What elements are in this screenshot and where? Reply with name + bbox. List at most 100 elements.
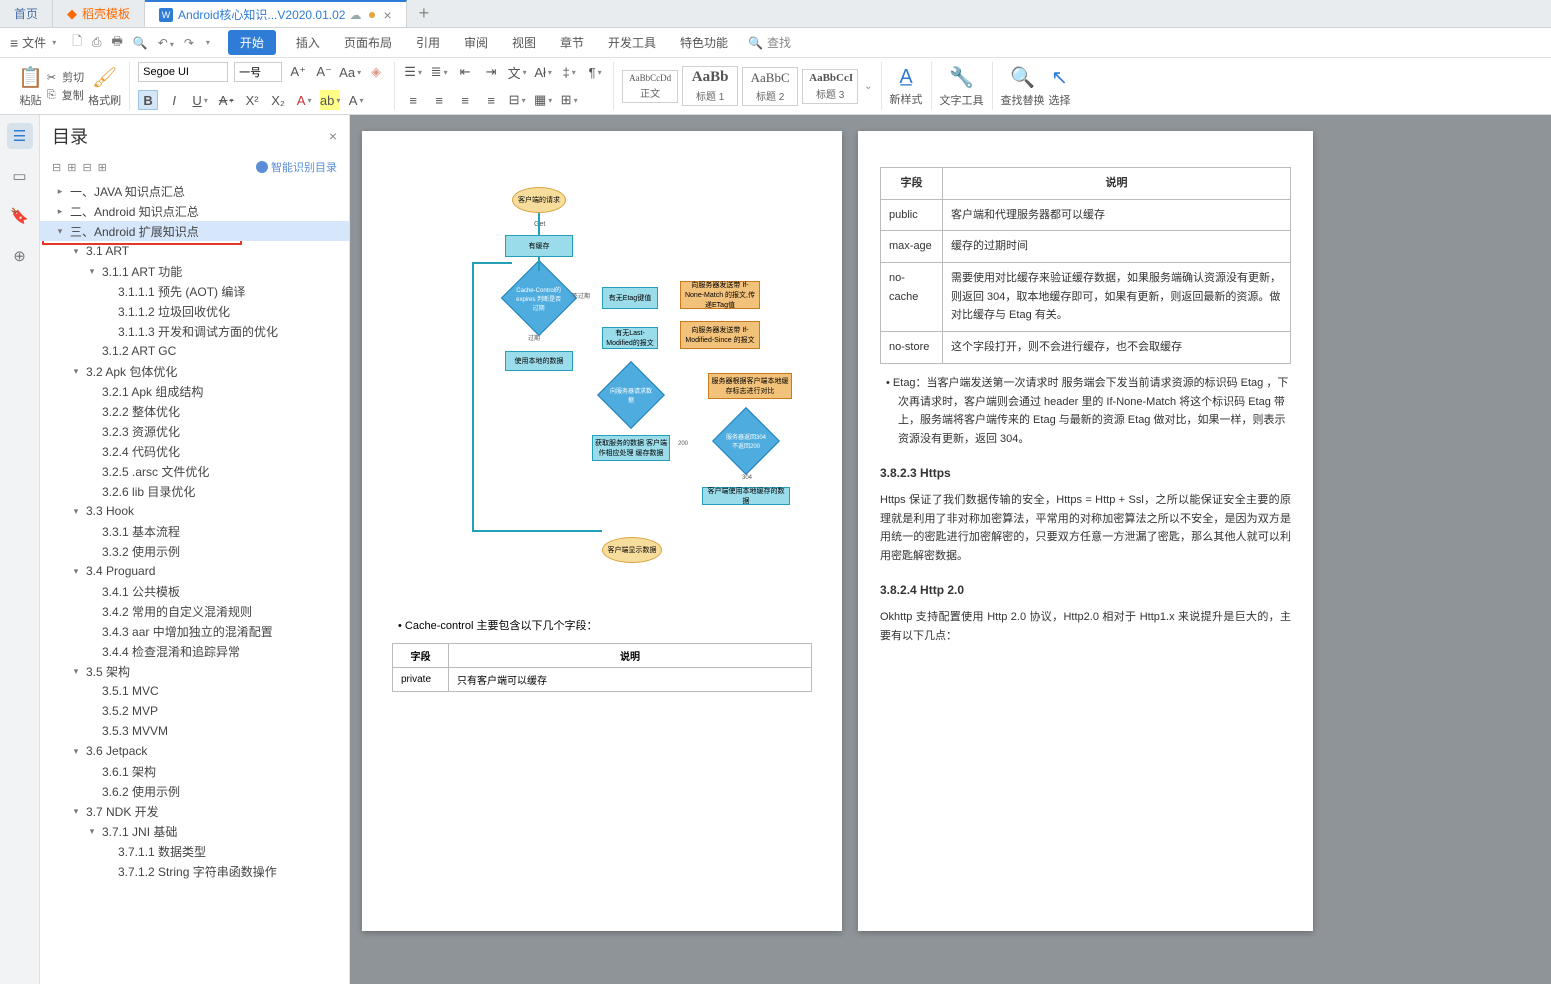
hamburger-icon[interactable]: ≡ — [10, 35, 18, 51]
style-h1[interactable]: AaBb标题 1 — [682, 66, 738, 106]
menu-section[interactable]: 章节 — [556, 30, 588, 55]
align-right[interactable]: ≡ — [455, 90, 475, 110]
document-canvas[interactable]: 客户端的请求 Get 有缓存 Cache-Control的expires 判断是… — [350, 115, 1551, 984]
menu-page-layout[interactable]: 页面布局 — [340, 30, 396, 55]
menu-reference[interactable]: 引用 — [412, 30, 444, 55]
copy-button[interactable]: ⎘复制 — [47, 87, 84, 103]
decrease-font[interactable]: A⁻ — [314, 62, 334, 82]
showmarks-button[interactable]: ¶▾ — [585, 62, 605, 82]
tree-item[interactable]: •3.2.5 .arsc 文件优化 — [40, 461, 349, 481]
tree-item[interactable]: ▾3.2 Apk 包体优化 — [40, 361, 349, 381]
undo-icon[interactable]: ↶▾ — [158, 36, 174, 50]
tree-item[interactable]: •3.1.1.2 垃圾回收优化 — [40, 301, 349, 321]
align-center[interactable]: ≡ — [429, 90, 449, 110]
superscript-button[interactable]: X² — [242, 90, 262, 110]
tree-item[interactable]: ▾3.6 Jetpack — [40, 741, 349, 761]
tree-item[interactable]: •3.5.3 MVVM — [40, 721, 349, 741]
distributed[interactable]: ⊟▾ — [507, 90, 527, 110]
new-icon[interactable]: 🗋 — [72, 32, 82, 53]
tab-home[interactable]: 首页 — [0, 0, 53, 27]
tree-item[interactable]: •3.3.2 使用示例 — [40, 541, 349, 561]
tree-item[interactable]: ▾三、Android 扩展知识点 — [40, 221, 349, 241]
level-down-icon[interactable]: ⊞ — [98, 161, 107, 174]
menu-feature[interactable]: 特色功能 — [676, 30, 732, 55]
text-direction[interactable]: 文▾ — [507, 62, 527, 82]
tree-item[interactable]: •3.2.1 Apk 组成结构 — [40, 381, 349, 401]
tab-template[interactable]: ◆稻壳模板 — [53, 0, 145, 27]
tree-item[interactable]: •3.2.4 代码优化 — [40, 441, 349, 461]
tree-item[interactable]: •3.1.1.3 开发和调试方面的优化 — [40, 321, 349, 341]
tree-item[interactable]: •3.6.1 架构 — [40, 761, 349, 781]
open-icon[interactable]: ⎙ — [92, 35, 102, 50]
menu-view[interactable]: 视图 — [508, 30, 540, 55]
menu-search[interactable]: 🔍 查找 — [748, 34, 791, 51]
bold-button[interactable]: B — [138, 90, 158, 110]
borders-button[interactable]: ⊞▾ — [559, 90, 579, 110]
underline-button[interactable]: U▾ — [190, 90, 210, 110]
style-h3[interactable]: AaBbCcI标题 3 — [802, 69, 858, 104]
font-color-button[interactable]: A▾ — [294, 90, 314, 110]
tree-item[interactable]: ▾3.7 NDK 开发 — [40, 801, 349, 821]
cut-button[interactable]: ✂剪切 — [47, 69, 84, 85]
tree-item[interactable]: •3.1.1.1 预先 (AOT) 编译 — [40, 281, 349, 301]
styles-more[interactable]: ⌄ — [864, 81, 872, 92]
tree-item[interactable]: ▾3.1.1 ART 功能 — [40, 261, 349, 281]
outline-rail-icon[interactable]: ☰ — [7, 123, 33, 149]
tree-item[interactable]: •3.4.3 aar 中增加独立的混淆配置 — [40, 621, 349, 641]
tree-item[interactable]: ▾3.4 Proguard — [40, 561, 349, 581]
shading-button[interactable]: ▦▾ — [533, 90, 553, 110]
bullets-button[interactable]: ☰▾ — [403, 62, 423, 82]
preview-icon[interactable]: 🔍 — [133, 36, 148, 50]
increase-font[interactable]: A⁺ — [288, 62, 308, 82]
tree-item[interactable]: •3.1.2 ART GC — [40, 341, 349, 361]
print-icon[interactable]: 🖶 — [111, 32, 122, 53]
tree-item[interactable]: •3.6.2 使用示例 — [40, 781, 349, 801]
tree-item[interactable]: •3.5.2 MVP — [40, 701, 349, 721]
tree-item[interactable]: •3.2.6 lib 目录优化 — [40, 481, 349, 501]
increase-indent[interactable]: ⇥ — [481, 62, 501, 82]
tree-item[interactable]: •3.4.4 检查混淆和追踪异常 — [40, 641, 349, 661]
text-tool-button[interactable]: 🔧文字工具 — [940, 65, 984, 108]
paste-button[interactable]: 📋 粘贴 — [18, 65, 43, 108]
sort-button[interactable]: Ał▾ — [533, 62, 553, 82]
tree-item[interactable]: •3.3.1 基本流程 — [40, 521, 349, 541]
highlight-button[interactable]: ab▾ — [320, 90, 340, 110]
decrease-indent[interactable]: ⇤ — [455, 62, 475, 82]
tree-item[interactable]: •3.5.1 MVC — [40, 681, 349, 701]
align-justify[interactable]: ≡ — [481, 90, 501, 110]
font-name-select[interactable] — [138, 62, 228, 82]
expand-all-icon[interactable]: ⊞ — [67, 161, 76, 174]
select-button[interactable]: ↖选择 — [1049, 65, 1071, 108]
change-case[interactable]: Aa▾ — [340, 62, 360, 82]
tree-item[interactable]: ▸一、JAVA 知识点汇总 — [40, 181, 349, 201]
tree-item[interactable]: •3.4.1 公共模板 — [40, 581, 349, 601]
font-size-select[interactable] — [234, 62, 282, 82]
file-menu[interactable]: 文件 — [22, 34, 46, 51]
find-replace-button[interactable]: 🔍查找替换 — [1001, 65, 1045, 108]
tree-item[interactable]: ▾3.5 架构 — [40, 661, 349, 681]
new-style-button[interactable]: A̲新样式 — [890, 66, 923, 107]
tree-item[interactable]: •3.2.3 资源优化 — [40, 421, 349, 441]
outline-close-icon[interactable]: × — [329, 128, 337, 144]
menu-start[interactable]: 开始 — [228, 30, 276, 55]
tab-add-button[interactable]: + — [407, 3, 442, 24]
font-effect-button[interactable]: A▾ — [346, 90, 366, 110]
redo-icon[interactable]: ↷ — [184, 36, 194, 50]
tree-item[interactable]: ▸二、Android 知识点汇总 — [40, 201, 349, 221]
style-h2[interactable]: AaBbC标题 2 — [742, 67, 798, 106]
collapse-all-icon[interactable]: ⊟ — [52, 161, 61, 174]
bookmark-rail-icon[interactable]: 🔖 — [7, 203, 33, 229]
subscript-button[interactable]: X₂ — [268, 90, 288, 110]
strike-button[interactable]: A▾ — [216, 90, 236, 110]
tree-item[interactable]: ▾3.3 Hook — [40, 501, 349, 521]
tree-item[interactable]: •3.7.1.1 数据类型 — [40, 841, 349, 861]
outline-tree[interactable]: ↗ ▸一、JAVA 知识点汇总▸二、Android 知识点汇总▾三、Androi… — [40, 181, 349, 984]
zoom-rail-icon[interactable]: ⊕ — [7, 243, 33, 269]
level-up-icon[interactable]: ⊟ — [82, 161, 91, 174]
tree-item[interactable]: •3.2.2 整体优化 — [40, 401, 349, 421]
tree-item[interactable]: ▾3.7.1 JNI 基础 — [40, 821, 349, 841]
smart-toc-link[interactable]: 智能识别目录 — [256, 159, 337, 175]
style-normal[interactable]: AaBbCcDd正文 — [622, 70, 678, 103]
numbering-button[interactable]: ≣▾ — [429, 62, 449, 82]
tree-item[interactable]: ▾3.1 ART — [40, 241, 349, 261]
